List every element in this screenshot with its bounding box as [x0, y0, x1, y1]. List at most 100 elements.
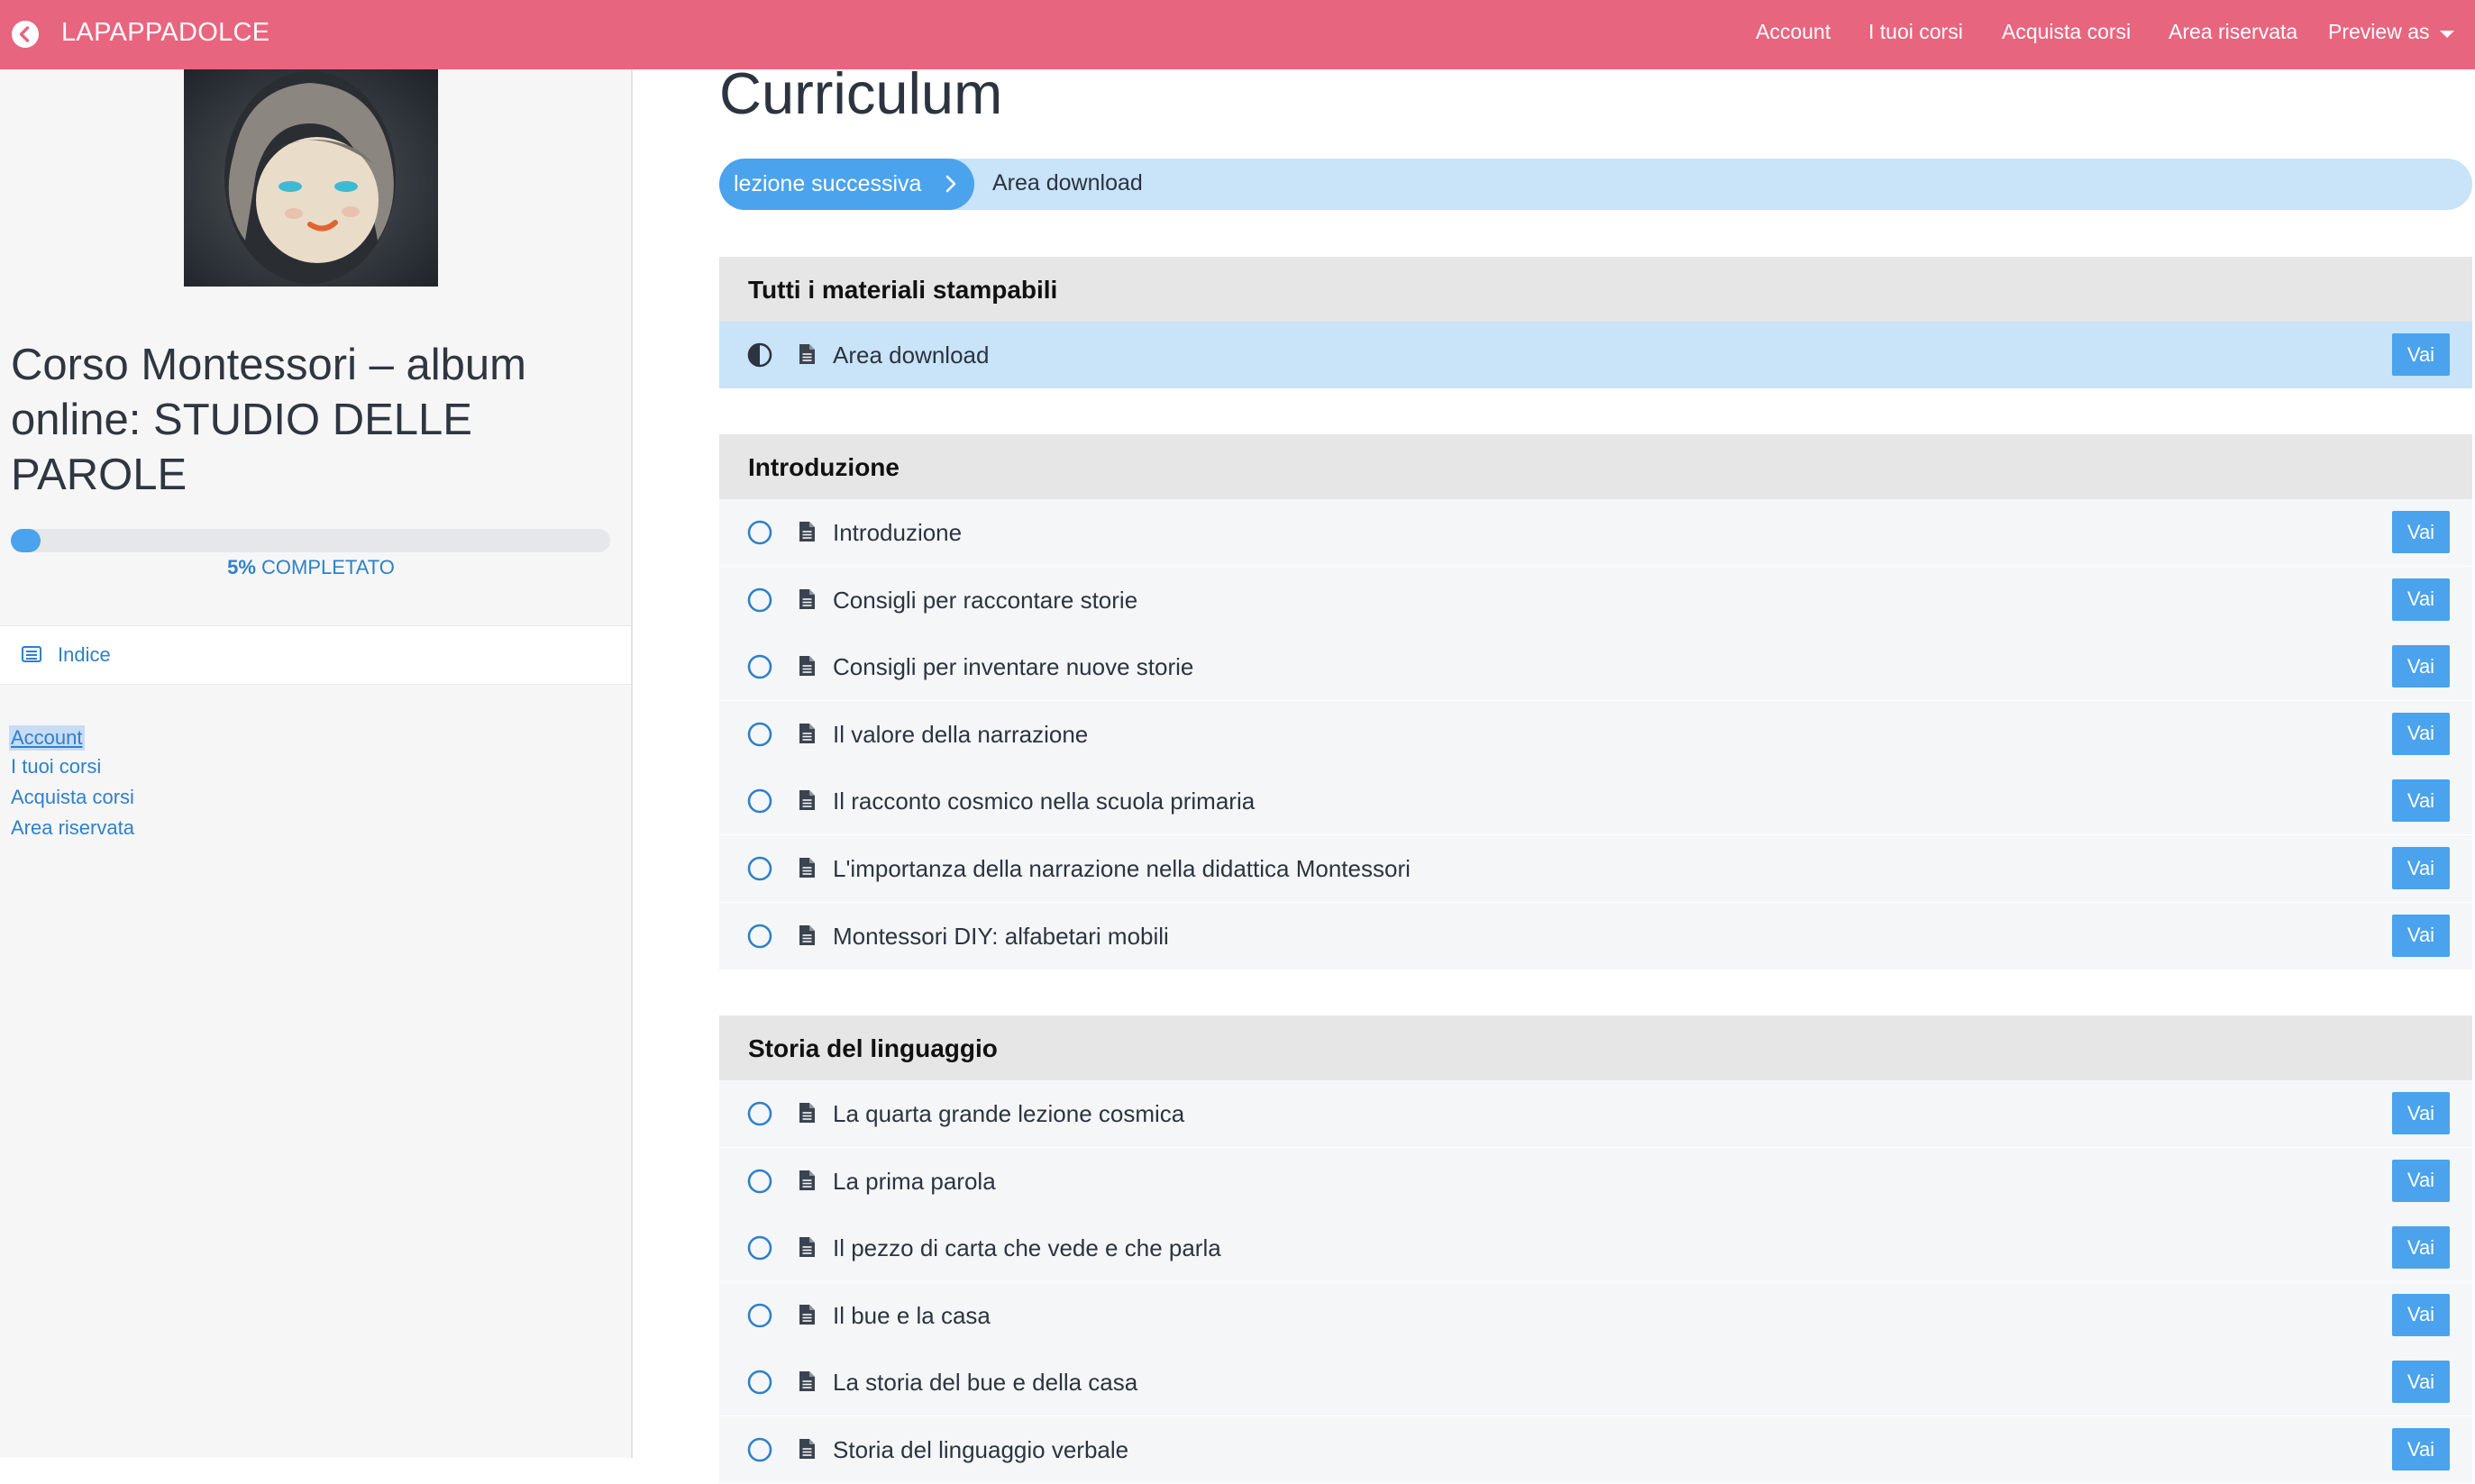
lesson-title: Consigli per raccontare storie	[833, 586, 1138, 614]
empty-circle-icon	[747, 1370, 772, 1395]
document-icon	[799, 1439, 815, 1459]
progress-text: 5% COMPLETATO	[0, 556, 622, 579]
section-header: Tutti i materiali stampabili	[719, 257, 2472, 322]
sidebar-link-i-tuoi-corsi[interactable]: I tuoi corsi	[11, 755, 101, 778]
vai-button[interactable]: Vai	[2392, 779, 2450, 823]
chevron-down-icon[interactable]	[2440, 31, 2454, 38]
lesson-title: Area download	[833, 341, 990, 369]
nav-area-riservata[interactable]: Area riservata	[2169, 20, 2297, 44]
lesson-row[interactable]: Montessori DIY: alfabetari mobili Vai	[719, 902, 2472, 970]
vai-button[interactable]: Vai	[2392, 1092, 2450, 1134]
sidebar-link-area-riservata[interactable]: Area riservata	[11, 816, 134, 840]
back-arrow-icon[interactable]	[12, 21, 39, 48]
lesson-title: Il pezzo di carta che vede e che parla	[833, 1234, 1221, 1262]
nav-account[interactable]: Account	[1756, 20, 1831, 44]
sidebar-index-label: Indice	[58, 643, 111, 666]
document-icon	[799, 924, 815, 945]
next-lesson-button-label: lezione successiva	[734, 171, 922, 196]
sidebar-link-account[interactable]: Account	[9, 725, 85, 751]
lesson-title: La prima parola	[833, 1167, 996, 1195]
lesson-row[interactable]: Consigli per raccontare storie Vai	[719, 566, 2472, 634]
lesson-title: Montessori DIY: alfabetari mobili	[833, 922, 1169, 950]
vai-button[interactable]: Vai	[2392, 1159, 2450, 1202]
lesson-title: L'importanza della narrazione nella dida…	[833, 855, 1411, 882]
section-title: Tutti i materiali stampabili	[748, 276, 1058, 304]
lesson-title: Storia del linguaggio verbale	[833, 1436, 1129, 1463]
empty-circle-icon	[747, 1437, 772, 1462]
lesson-row[interactable]: Consigli per inventare nuove storie Vai	[719, 633, 2472, 702]
lesson-row[interactable]: Il bue e la casa Vai	[719, 1281, 2472, 1350]
empty-circle-icon	[747, 1235, 772, 1261]
lesson-title: Introduzione	[833, 519, 963, 546]
vai-button[interactable]: Vai	[2392, 1293, 2450, 1336]
sidebar-index-link[interactable]: Indice	[0, 625, 631, 685]
empty-circle-icon	[747, 924, 772, 948]
document-icon	[799, 1170, 815, 1190]
vai-button[interactable]: Vai	[2392, 1226, 2450, 1270]
document-icon	[799, 522, 815, 542]
lesson-title: Il bue e la casa	[833, 1301, 991, 1329]
lesson-row[interactable]: Il pezzo di carta che vede e che parla Va…	[719, 1215, 2472, 1283]
lesson-row[interactable]: La prima parola Vai	[719, 1147, 2472, 1215]
brand-name[interactable]: LAPAPPADOLCE	[61, 18, 269, 48]
nav-i-tuoi-corsi[interactable]: I tuoi corsi	[1868, 20, 1963, 44]
progress-label: COMPLETATO	[261, 556, 395, 578]
vai-button[interactable]: Vai	[2392, 1361, 2450, 1404]
empty-circle-icon	[747, 587, 772, 612]
sidebar: Corso Montessori – album online: STUDIO …	[0, 69, 633, 1458]
lesson-row[interactable]: Storia del linguaggio verbale Vai	[719, 1416, 2472, 1484]
sidebar-link-acquista-corsi[interactable]: Acquista corsi	[11, 786, 134, 809]
progress-percent: 5%	[227, 556, 256, 578]
lesson-row[interactable]: La storia del bue e della casa Vai	[719, 1349, 2472, 1417]
vai-button[interactable]: Vai	[2392, 645, 2450, 688]
lesson-row[interactable]: Il valore della narrazione Vai	[719, 700, 2472, 769]
next-lesson-bar: lezione successiva Area download	[719, 159, 2472, 210]
vai-button[interactable]: Vai	[2392, 914, 2450, 957]
empty-circle-icon	[747, 1303, 772, 1328]
list-icon	[22, 646, 41, 662]
lesson-title: Il racconto cosmico nella scuola primari…	[833, 788, 1256, 815]
lesson-row[interactable]: Area download Vai	[719, 322, 2472, 389]
document-icon	[799, 1103, 815, 1123]
document-icon	[799, 723, 815, 743]
vai-button[interactable]: Vai	[2392, 333, 2450, 376]
half-circle-progress-icon	[747, 342, 772, 368]
nav-preview-as[interactable]: Preview as	[2328, 20, 2429, 44]
lesson-title: La quarta grande lezione cosmica	[833, 1100, 1185, 1127]
empty-circle-icon	[747, 789, 772, 814]
vai-button[interactable]: Vai	[2392, 1428, 2450, 1470]
empty-circle-icon	[747, 654, 772, 679]
lesson-row[interactable]: L'importanza della narrazione nella dida…	[719, 835, 2472, 903]
document-icon	[799, 858, 815, 878]
document-icon	[799, 344, 815, 364]
vai-button[interactable]: Vai	[2392, 712, 2450, 755]
course-title: Corso Montessori – album online: STUDIO …	[11, 341, 526, 499]
nav-acquista-corsi[interactable]: Acquista corsi	[2002, 20, 2131, 44]
vai-button[interactable]: Vai	[2392, 578, 2450, 621]
document-icon	[799, 1304, 815, 1325]
vai-button[interactable]: Vai	[2392, 511, 2450, 553]
next-lesson-button[interactable]: lezione successiva	[719, 159, 974, 210]
document-icon	[799, 1237, 815, 1258]
lesson-title: Consigli per inventare nuove storie	[833, 653, 1194, 681]
course-image	[184, 69, 438, 287]
lesson-row[interactable]: Il racconto cosmico nella scuola primari…	[719, 768, 2472, 836]
empty-circle-icon	[747, 722, 772, 747]
empty-circle-icon	[747, 1101, 772, 1126]
lesson-row[interactable]: La quarta grande lezione cosmica Vai	[719, 1080, 2472, 1148]
empty-circle-icon	[747, 1169, 772, 1193]
empty-circle-icon	[747, 856, 772, 881]
lesson-row[interactable]: Introduzione Vai	[719, 499, 2472, 567]
progress-bar	[11, 529, 610, 552]
lesson-title: Il valore della narrazione	[833, 720, 1089, 748]
page-title: Curriculum	[719, 60, 1003, 126]
top-navbar: LAPAPPADOLCE Account I tuoi corsi Acquis…	[0, 0, 2475, 69]
section-title: Introduzione	[748, 453, 900, 481]
next-lesson-title[interactable]: Area download	[992, 170, 1143, 196]
section-header: Storia del linguaggio	[719, 1015, 2472, 1080]
chevron-right-icon	[945, 175, 956, 193]
document-icon	[799, 588, 815, 609]
lesson-title: La storia del bue e della casa	[833, 1369, 1138, 1397]
vai-button[interactable]: Vai	[2392, 847, 2450, 889]
empty-circle-icon	[747, 520, 772, 545]
